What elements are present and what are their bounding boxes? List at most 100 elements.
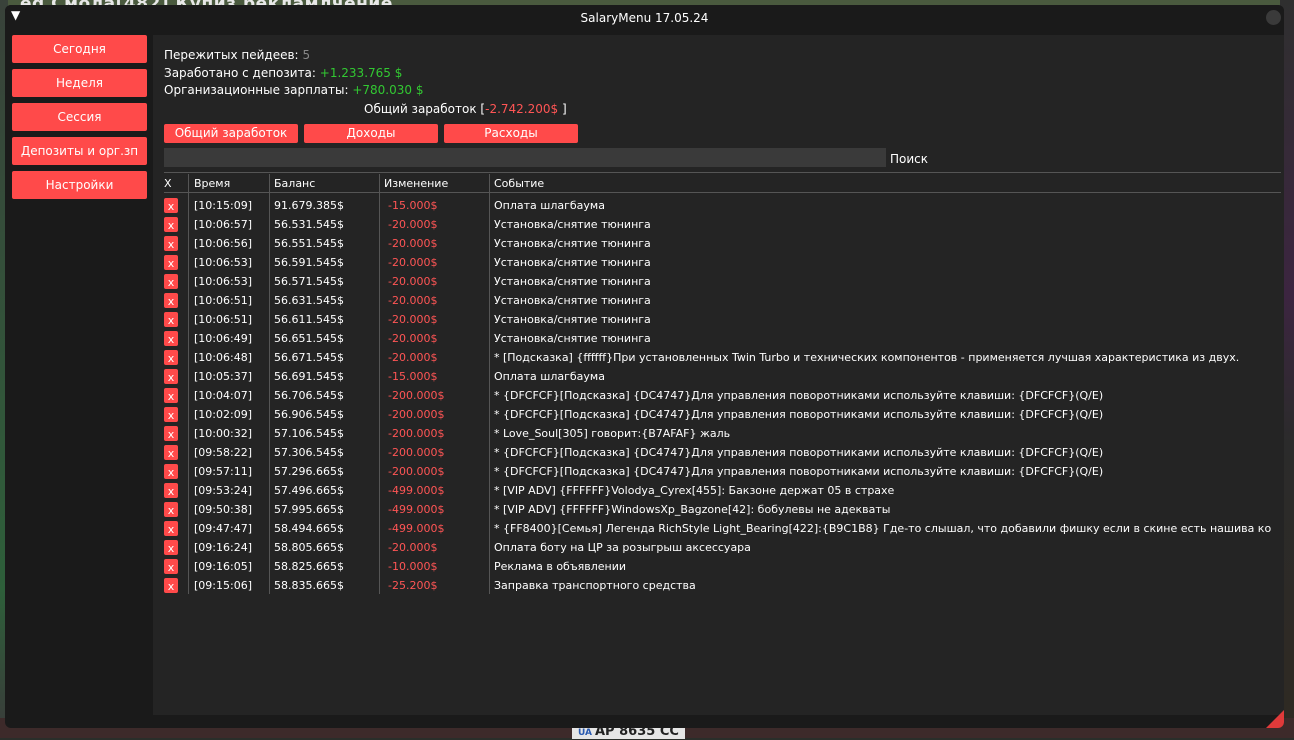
org-salary-label: Организационные зарплаты: [164,83,349,97]
row-event: Установка/снятие тюнинга [494,275,651,288]
table-row: x [10:06:56] 56.551.545$ -20.000$ Установка/… [164,234,1281,253]
row-balance: 58.825.665$ [274,560,344,573]
delete-row-button[interactable]: x [164,483,178,498]
table-row: x [10:00:32] 57.106.545$ -200.000$ * Love_So… [164,424,1281,443]
table-row: x [10:15:09] 91.679.385$ -15.000$ Оплата шла… [164,196,1281,215]
row-event: * [VIP ADV] {FFFFFF}Volodya_Cyrex[455]: … [494,484,895,497]
tab-income[interactable]: Доходы [304,124,438,143]
row-event: Реклама в объявлении [494,560,627,573]
row-event: * {DFCFCF}[Подсказка] {DC4747}Для управл… [494,465,1104,478]
table-row: x [10:06:51] 56.611.545$ -20.000$ Установка/… [164,310,1281,329]
delete-row-button[interactable]: x [164,540,178,555]
row-time: [10:06:56] [194,237,252,250]
delete-row-button[interactable]: x [164,255,178,270]
row-event: Заправка транспортного средства [494,579,696,592]
delete-row-button[interactable]: x [164,331,178,346]
row-time: [09:50:38] [194,503,252,516]
delete-row-button[interactable]: x [164,198,178,213]
row-event: Установка/снятие тюнинга [494,218,651,231]
delete-row-button[interactable]: x [164,407,178,422]
table-row: x [09:50:38] 57.995.665$ -499.000$ * [VIP AD… [164,500,1281,519]
deposit-stat: Заработано с депозита: +1.233.765 $ [164,66,402,80]
table-row: x [09:15:06] 58.835.665$ -25.200$ Заправка т… [164,576,1281,594]
row-time: [10:00:32] [194,427,252,440]
search-input[interactable] [164,148,886,167]
paydays-value: 5 [302,48,311,62]
row-time: [09:15:06] [194,579,252,592]
row-balance: 56.531.545$ [274,218,344,231]
delete-row-button[interactable]: x [164,274,178,289]
row-event: * {DFCFCF}[Подсказка] {DC4747}Для управл… [494,446,1104,459]
delete-row-button[interactable]: x [164,578,178,593]
row-time: [09:53:24] [194,484,252,497]
row-balance: 57.106.545$ [274,427,344,440]
row-event: * {DFCFCF}[Подсказка] {DC4747}Для управл… [494,408,1104,421]
row-change: -20.000$ [388,332,438,345]
row-change: -200.000$ [388,465,445,478]
row-event: * {DFCFCF}[Подсказка] {DC4747}Для управл… [494,389,1104,402]
delete-row-button[interactable]: x [164,388,178,403]
row-change: -499.000$ [388,522,445,535]
row-balance: 56.906.545$ [274,408,344,421]
row-event: * [Подсказка] {ffffff}При установленных … [494,351,1240,364]
row-change: -20.000$ [388,237,438,250]
table-body: x [10:15:09] 91.679.385$ -15.000$ Оплата шла… [164,196,1281,594]
row-event: Установка/снятие тюнинга [494,256,651,269]
row-time: [10:15:09] [194,199,252,212]
tab-expenses[interactable]: Расходы [444,124,578,143]
total-label: Общий заработок [364,102,477,116]
row-time: [10:06:51] [194,294,252,307]
row-event: Установка/снятие тюнинга [494,332,651,345]
row-change: -20.000$ [388,541,438,554]
row-balance: 56.671.545$ [274,351,344,364]
delete-row-button[interactable]: x [164,293,178,308]
delete-row-button[interactable]: x [164,502,178,517]
sidebar-item-week[interactable]: Неделя [12,69,147,97]
resize-grip-icon[interactable] [1266,710,1284,728]
delete-row-button[interactable]: x [164,369,178,384]
table-row: x [09:53:24] 57.496.665$ -499.000$ * [VIP AD… [164,481,1281,500]
row-time: [10:06:53] [194,275,252,288]
table-row: x [10:06:57] 56.531.545$ -20.000$ Установка/… [164,215,1281,234]
row-time: [10:06:51] [194,313,252,326]
close-button[interactable] [1266,10,1281,25]
sidebar: Сегодня Неделя Сессия Депозиты и орг.зп … [12,35,147,205]
delete-row-button[interactable]: x [164,521,178,536]
table-row: x [10:06:49] 56.651.545$ -20.000$ Установка/… [164,329,1281,348]
row-change: -15.000$ [388,199,438,212]
delete-row-button[interactable]: x [164,217,178,232]
row-change: -10.000$ [388,560,438,573]
title-bar[interactable]: ▼ SalaryMenu 17.05.24 [5,5,1284,31]
row-change: -200.000$ [388,389,445,402]
header-divider [164,192,1281,193]
row-balance: 56.551.545$ [274,237,344,250]
row-time: [09:58:22] [194,446,252,459]
table-row: x [10:06:53] 56.571.545$ -20.000$ Установка/… [164,272,1281,291]
tab-total[interactable]: Общий заработок [164,124,298,143]
row-event: Установка/снятие тюнинга [494,313,651,326]
sidebar-item-today[interactable]: Сегодня [12,35,147,63]
sidebar-item-settings[interactable]: Настройки [12,171,147,199]
delete-row-button[interactable]: x [164,445,178,460]
delete-row-button[interactable]: x [164,426,178,441]
row-balance: 58.805.665$ [274,541,344,554]
delete-row-button[interactable]: x [164,312,178,327]
row-balance: 56.631.545$ [274,294,344,307]
sidebar-item-deposits[interactable]: Депозиты и орг.зп [12,137,147,165]
delete-row-button[interactable]: x [164,350,178,365]
row-balance: 57.296.665$ [274,465,344,478]
org-salary-stat: Организационные зарплаты: +780.030 $ [164,83,423,97]
column-header-delete: X [164,177,172,190]
table-row: x [10:06:53] 56.591.545$ -20.000$ Установка/… [164,253,1281,272]
row-change: -15.000$ [388,370,438,383]
delete-row-button[interactable]: x [164,464,178,479]
row-event: Установка/снятие тюнинга [494,294,651,307]
search-label: Поиск [890,152,929,166]
total-bracket-close: ] [561,102,567,116]
row-change: -499.000$ [388,484,445,497]
delete-row-button[interactable]: x [164,559,178,574]
row-change: -200.000$ [388,408,445,421]
delete-row-button[interactable]: x [164,236,178,251]
row-event: * Love_Soul[305] говорит:{B7AFAF} жаль [494,427,731,440]
sidebar-item-session[interactable]: Сессия [12,103,147,131]
